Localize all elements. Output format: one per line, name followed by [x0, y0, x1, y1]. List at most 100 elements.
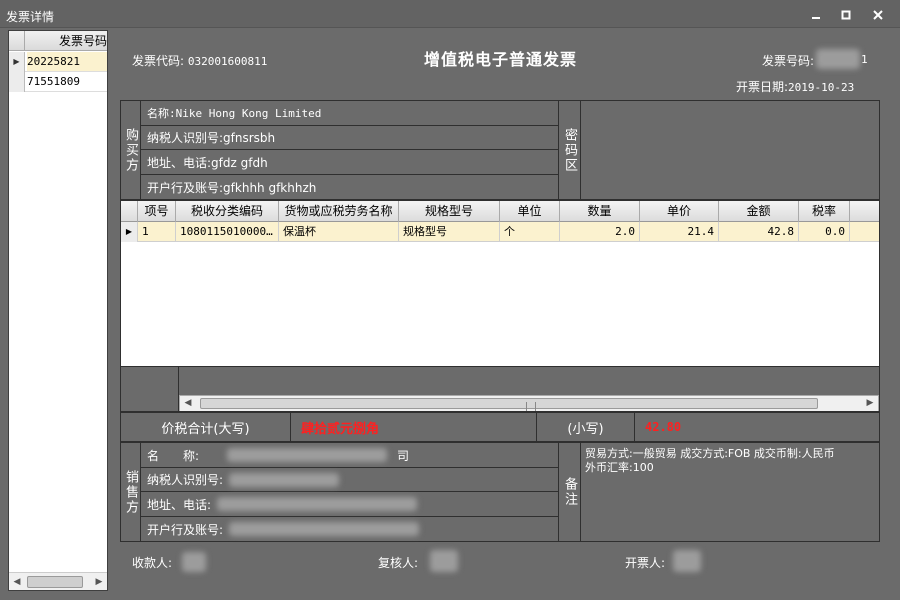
remark-label: 备注 — [559, 443, 581, 541]
minimize-icon — [812, 17, 820, 19]
seller-tax-id: 纳税人识别号: — [141, 468, 558, 492]
seller-name-label: 名 称: — [147, 448, 200, 463]
buyer-bank: 开户行及账号:gfkhhh gfkhhzh — [147, 180, 317, 195]
scroll-thumb[interactable] — [27, 576, 83, 588]
total-upper-label: 价税合计(大写) — [121, 413, 291, 441]
list-header: 发票号码 — [9, 31, 107, 51]
cell-tax-rate[interactable]: 0.0 — [799, 222, 850, 242]
invoice-number-redacted — [816, 49, 860, 69]
total-lower-label: (小写) — [537, 413, 635, 441]
list-item-value: 71551809 — [27, 75, 80, 88]
total-upper-value: 肆拾贰元捌角 — [291, 413, 537, 441]
seller-section-label: 销售方 — [121, 443, 141, 541]
items-table-header: 项号 税收分类编码 货物或应税劳务名称 规格型号 单位 数量 单价 金额 税率 — [121, 201, 879, 222]
total-lower-value: 42.80 — [645, 420, 682, 434]
items-horizontal-scrollbar[interactable]: ◀ ▶ — [179, 395, 879, 411]
invoice-number-list[interactable]: 发票号码 ▶ 20225821 71551809 ◀ ▶ — [8, 30, 108, 591]
seller-bank-redacted — [229, 522, 420, 536]
payee-redacted — [182, 552, 206, 572]
column-header[interactable]: 项号 — [138, 201, 176, 222]
header-corner — [121, 201, 138, 222]
cipher-area-label: 密码区 — [559, 101, 581, 199]
buyer-address: 地址、电话:gfdz gfdh — [141, 150, 558, 175]
reviewer-label: 复核人: — [378, 556, 419, 570]
close-button[interactable] — [868, 6, 888, 24]
scroll-thumb[interactable] — [200, 398, 818, 411]
column-header[interactable]: 货物或应税劳务名称 — [279, 201, 399, 222]
close-icon — [873, 10, 883, 20]
invoice-code-label: 发票代码: — [132, 54, 185, 68]
reviewer-redacted — [430, 550, 458, 572]
cell-unit-price[interactable]: 21.4 — [640, 222, 719, 242]
column-header[interactable]: 税收分类编码 — [176, 201, 279, 222]
window-title: 发票详情 — [6, 10, 55, 24]
payee-label: 收款人: — [132, 556, 173, 570]
row-indicator-icon: ▶ — [9, 52, 25, 72]
minimize-button[interactable] — [806, 6, 826, 24]
scroll-left-icon[interactable]: ◀ — [180, 396, 196, 411]
cell-goods-name[interactable]: 保温杯 — [279, 222, 399, 242]
invoice-number-suffix: 1 — [861, 53, 868, 66]
buyer-tax-id: 纳税人识别号:gfnsrsbh — [141, 126, 558, 150]
header-corner — [9, 31, 25, 51]
invoice-code-value: 032001600811 — [187, 55, 268, 68]
title-bar: 发票详情 — [0, 0, 900, 28]
maximize-button[interactable] — [836, 6, 856, 24]
column-header[interactable]: 金额 — [719, 201, 799, 222]
seller-fields: 名 称: 司 纳税人识别号: 地址、电话: 开户行及账号: — [141, 443, 559, 541]
seller-bank: 开户行及账号: — [141, 517, 558, 541]
seller-tax-id-label: 纳税人识别号: — [147, 473, 224, 487]
list-item[interactable]: 71551809 — [9, 72, 107, 92]
items-table-footer: ◀ ▶ — [121, 366, 879, 411]
cell-quantity[interactable]: 2.0 — [560, 222, 640, 242]
invoice-date-value: 2019-10-23 — [788, 81, 855, 94]
seller-address-label: 地址、电话: — [147, 497, 212, 512]
left-horizontal-scrollbar[interactable]: ◀ ▶ — [9, 572, 107, 590]
cipher-label-text: 密码区 — [562, 127, 577, 173]
seller-section: 销售方 名 称: 司 纳税人识别号: 地址、电话: 开户行及账号: 备注 贸易方… — [120, 442, 880, 542]
remark-area: 贸易方式:一般贸易 成交方式:FOB 成交币制:人民币 外币汇率:100 — [581, 443, 879, 541]
items-table[interactable]: 项号 税收分类编码 货物或应税劳务名称 规格型号 单位 数量 单价 金额 税率 … — [120, 200, 880, 412]
issuer-label: 开票人: — [625, 556, 666, 570]
column-header[interactable]: 单价 — [640, 201, 719, 222]
row-indicator-icon: ▶ — [121, 222, 138, 242]
column-header[interactable]: 税率 — [799, 201, 850, 222]
list-item-value: 20225821 — [27, 52, 107, 71]
seller-tax-id-redacted — [229, 472, 340, 487]
invoice-number-label: 发票号码: — [762, 54, 815, 68]
scroll-right-icon[interactable]: ▶ — [862, 396, 878, 411]
maximize-icon — [841, 10, 851, 20]
invoice-title: 增值税电子普通发票 — [424, 50, 578, 69]
cipher-area — [581, 101, 879, 199]
list-item[interactable]: ▶ 20225821 — [9, 52, 107, 72]
row-indicator — [9, 72, 25, 92]
invoice-code: 发票代码: 032001600811 — [132, 52, 267, 69]
column-header[interactable]: 单位 — [500, 201, 560, 222]
column-header[interactable]: 规格型号 — [399, 201, 500, 222]
remark-line: 贸易方式:一般贸易 成交方式:FOB 成交币制:人民币 — [585, 447, 835, 460]
seller-name-redacted — [227, 448, 388, 462]
seller-label-text: 销售方 — [123, 469, 138, 515]
column-header[interactable]: 数量 — [560, 201, 640, 222]
cell-tax-code[interactable]: 1080115010000… — [176, 222, 279, 242]
scroll-right-icon[interactable]: ▶ — [91, 573, 107, 591]
seller-bank-label: 开户行及账号: — [147, 522, 224, 537]
invoice-date-label: 开票日期: — [736, 80, 789, 94]
column-header-invoice-number[interactable]: 发票号码 — [25, 31, 107, 51]
buyer-fields: 名称:Nike Hong Kong Limited 纳税人识别号:gfnsrsb… — [141, 101, 559, 199]
remark-label-text: 备注 — [562, 477, 577, 507]
buyer-label-text: 购买方 — [123, 127, 138, 173]
buyer-name: 名称:Nike Hong Kong Limited — [141, 101, 558, 126]
seller-address-redacted — [217, 497, 418, 511]
scroll-left-icon[interactable]: ◀ — [9, 573, 25, 591]
invoice-date: 开票日期:2019-10-23 — [736, 78, 854, 95]
seller-name-suffix: 司 — [397, 448, 410, 463]
cell-spec[interactable]: 规格型号 — [399, 222, 500, 242]
totals-row: 价税合计(大写) 肆拾贰元捌角 (小写) 42.80 — [120, 412, 880, 442]
issuer-redacted — [673, 550, 701, 572]
cell-item-no[interactable]: 1 — [138, 222, 176, 242]
cell-amount[interactable]: 42.8 — [719, 222, 799, 242]
invoice-number: 发票号码: — [762, 52, 814, 69]
table-row[interactable]: ▶ 1 1080115010000… 保温杯 规格型号 个 2.0 21.4 4… — [121, 222, 879, 242]
cell-unit[interactable]: 个 — [500, 222, 560, 242]
